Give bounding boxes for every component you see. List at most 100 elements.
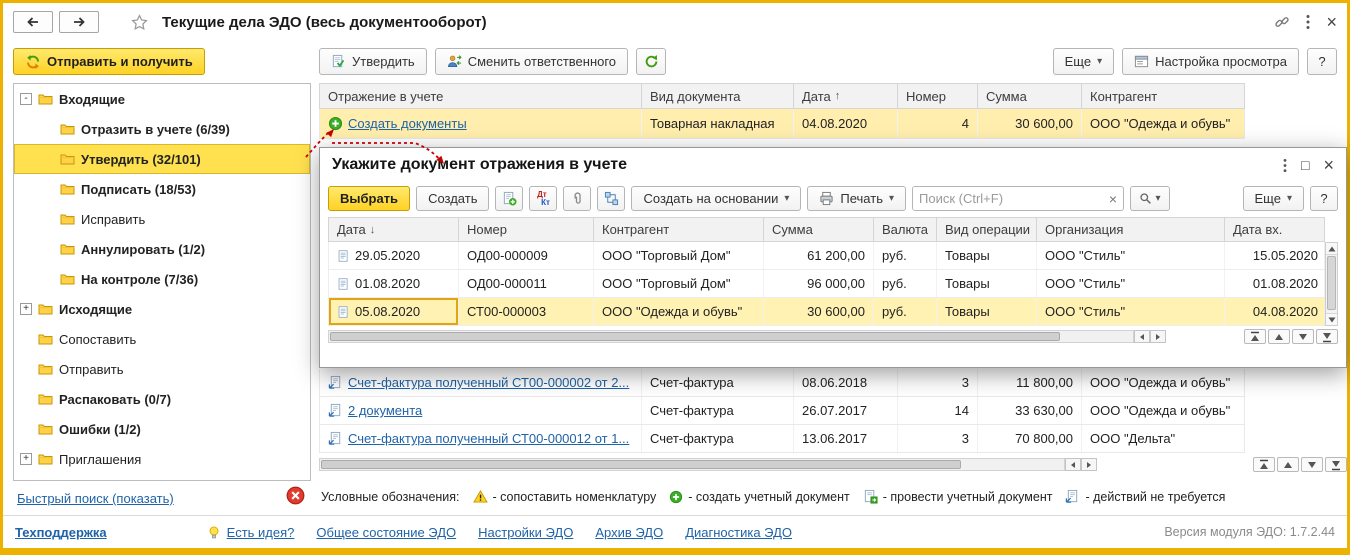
create-document-button[interactable] bbox=[495, 186, 524, 211]
close-window-button[interactable]: × bbox=[1326, 13, 1337, 31]
table-row[interactable]: 2 документа Счет-фактура 26.07.2017 14 3… bbox=[319, 397, 1245, 425]
dtkt-postings-button[interactable]: Дт Кт bbox=[529, 186, 558, 211]
sidebar-item-annul[interactable]: Аннулировать (1/2) bbox=[14, 234, 310, 264]
dialog-vertical-scrollbar[interactable] bbox=[1325, 242, 1338, 326]
table-row[interactable]: Счет-фактура полученный СТ00-000012 от 1… bbox=[319, 425, 1245, 453]
help-button[interactable]: ? bbox=[1307, 48, 1337, 75]
kebab-menu-icon[interactable] bbox=[1283, 158, 1287, 173]
scroll-up-button[interactable] bbox=[1326, 243, 1337, 255]
column-header-contragent[interactable]: Контрагент bbox=[1082, 84, 1246, 108]
dialog-more-button[interactable]: Еще ▾ bbox=[1242, 186, 1304, 211]
column-header-organization[interactable]: Организация bbox=[1037, 218, 1225, 241]
column-header-operation[interactable]: Вид операции bbox=[937, 218, 1037, 241]
maximize-icon[interactable]: □ bbox=[1301, 157, 1309, 173]
sidebar-item-send[interactable]: Отправить bbox=[14, 354, 310, 384]
dialog-table-row[interactable]: 01.08.2020 ОД00-000011 ООО "Торговый Дом… bbox=[328, 270, 1325, 298]
document-link[interactable]: Счет-фактура полученный СТ00-000002 от 2… bbox=[348, 375, 629, 390]
scrollbar-thumb[interactable] bbox=[1327, 256, 1336, 310]
go-previous-button[interactable] bbox=[1277, 457, 1299, 472]
send-receive-button[interactable]: Отправить и получить bbox=[13, 48, 205, 75]
create-based-on-button[interactable]: Создать на основании ▾ bbox=[631, 186, 802, 211]
expand-icon[interactable]: + bbox=[20, 303, 32, 315]
column-header-doctype[interactable]: Вид документа bbox=[642, 84, 794, 108]
sidebar-item-reflect[interactable]: Отразить в учете (6/39) bbox=[14, 114, 310, 144]
sidebar-item-on-control[interactable]: На контроле (7/36) bbox=[14, 264, 310, 294]
sidebar-item-fix[interactable]: Исправить bbox=[14, 204, 310, 234]
select-button[interactable]: Выбрать bbox=[328, 186, 411, 211]
go-first-button[interactable] bbox=[1244, 329, 1266, 344]
column-header-reflection[interactable]: Отражение в учете bbox=[320, 84, 642, 108]
change-responsible-button[interactable]: Сменить ответственного bbox=[434, 48, 629, 75]
back-button[interactable] bbox=[13, 11, 53, 33]
edo-state-link[interactable]: Общее состояние ЭДО bbox=[316, 525, 456, 540]
sidebar-item-incoming[interactable]: - Входящие bbox=[14, 84, 310, 114]
document-link[interactable]: 2 документа bbox=[348, 403, 422, 418]
scrollbar-thumb[interactable] bbox=[321, 460, 961, 469]
column-header-contragent[interactable]: Контрагент bbox=[594, 218, 764, 241]
close-search-button[interactable] bbox=[286, 486, 305, 505]
scrollbar-thumb[interactable] bbox=[330, 332, 1060, 341]
attachments-button[interactable] bbox=[563, 186, 592, 211]
sidebar-item-errors[interactable]: Ошибки (1/2) bbox=[14, 414, 310, 444]
go-last-button[interactable] bbox=[1316, 329, 1338, 344]
favorite-star-icon[interactable] bbox=[131, 13, 148, 31]
forward-button[interactable] bbox=[59, 11, 99, 33]
sidebar-item-outgoing[interactable]: + Исходящие bbox=[14, 294, 310, 324]
sidebar-item-invitations[interactable]: + Приглашения bbox=[14, 444, 310, 474]
support-link[interactable]: Техподдержка bbox=[15, 525, 107, 540]
go-next-button[interactable] bbox=[1301, 457, 1323, 472]
get-link-icon[interactable] bbox=[1274, 14, 1290, 30]
scrollbar-track[interactable] bbox=[328, 330, 1134, 343]
idea-link[interactable]: Есть идея? bbox=[227, 525, 295, 540]
column-header-sum[interactable]: Сумма bbox=[978, 84, 1082, 108]
search-input[interactable] bbox=[913, 187, 1103, 210]
sidebar-item-unpack[interactable]: Распаковать (0/7) bbox=[14, 384, 310, 414]
search-icon bbox=[1140, 193, 1152, 204]
column-header-date[interactable]: Дата ↓ bbox=[329, 218, 459, 241]
related-documents-button[interactable] bbox=[597, 186, 626, 211]
go-last-button[interactable] bbox=[1325, 457, 1347, 472]
scroll-left-button[interactable] bbox=[1134, 330, 1150, 343]
refresh-button[interactable] bbox=[636, 48, 667, 75]
print-button[interactable]: Печать ▾ bbox=[807, 186, 906, 211]
column-header-number[interactable]: Номер bbox=[459, 218, 594, 241]
more-button[interactable]: Еще ▾ bbox=[1052, 48, 1115, 75]
view-settings-button[interactable]: Настройка просмотра bbox=[1122, 48, 1299, 75]
expand-icon[interactable]: + bbox=[20, 453, 32, 465]
approve-button[interactable]: Утвердить bbox=[319, 48, 427, 75]
go-previous-button[interactable] bbox=[1268, 329, 1290, 344]
column-header-date-in[interactable]: Дата вх. bbox=[1225, 218, 1326, 241]
scrollbar-track[interactable] bbox=[319, 458, 1065, 471]
go-next-button[interactable] bbox=[1292, 329, 1314, 344]
sidebar-item-sign[interactable]: Подписать (18/53) bbox=[14, 174, 310, 204]
edo-diagnostics-link[interactable]: Диагностика ЭДО bbox=[685, 525, 792, 540]
table-row[interactable]: Счет-фактура полученный СТ00-000002 от 2… bbox=[319, 369, 1245, 397]
kebab-menu-icon[interactable] bbox=[1306, 14, 1310, 30]
create-documents-link[interactable]: Создать документы bbox=[348, 116, 467, 131]
dialog-help-button[interactable]: ? bbox=[1310, 186, 1338, 211]
document-link[interactable]: Счет-фактура полученный СТ00-000012 от 1… bbox=[348, 431, 629, 446]
quick-search-link[interactable]: Быстрый поиск (показать) bbox=[17, 491, 174, 506]
scroll-left-button[interactable] bbox=[1065, 458, 1081, 471]
create-button[interactable]: Создать bbox=[416, 186, 490, 211]
scroll-right-button[interactable] bbox=[1081, 458, 1097, 471]
column-header-number[interactable]: Номер bbox=[898, 84, 978, 108]
column-header-currency[interactable]: Валюта bbox=[874, 218, 937, 241]
column-header-sum[interactable]: Сумма bbox=[764, 218, 874, 241]
sidebar-item-match[interactable]: Сопоставить bbox=[14, 324, 310, 354]
go-first-button[interactable] bbox=[1253, 457, 1275, 472]
sidebar-item-approve[interactable]: Утвердить (32/101) bbox=[14, 144, 310, 174]
horizontal-scrollbar bbox=[319, 457, 1347, 472]
dialog-table-row[interactable]: 29.05.2020 ОД00-000009 ООО "Торговый Дом… bbox=[328, 242, 1325, 270]
collapse-icon[interactable]: - bbox=[20, 93, 32, 105]
column-header-date[interactable]: Дата ↑ bbox=[794, 84, 898, 108]
search-options-button[interactable]: ▾ bbox=[1130, 186, 1170, 211]
table-row-create-documents[interactable]: Создать документы Товарная накладная 04.… bbox=[319, 109, 1245, 139]
dialog-table-row-selected[interactable]: 05.08.2020 СТ00-000003 ООО "Одежда и обу… bbox=[328, 298, 1325, 326]
scroll-right-button[interactable] bbox=[1150, 330, 1166, 343]
scroll-down-button[interactable] bbox=[1326, 313, 1337, 325]
close-dialog-button[interactable]: × bbox=[1323, 156, 1334, 174]
edo-settings-link[interactable]: Настройки ЭДО bbox=[478, 525, 573, 540]
edo-archive-link[interactable]: Архив ЭДО bbox=[595, 525, 663, 540]
clear-search-icon[interactable]: × bbox=[1103, 191, 1123, 207]
